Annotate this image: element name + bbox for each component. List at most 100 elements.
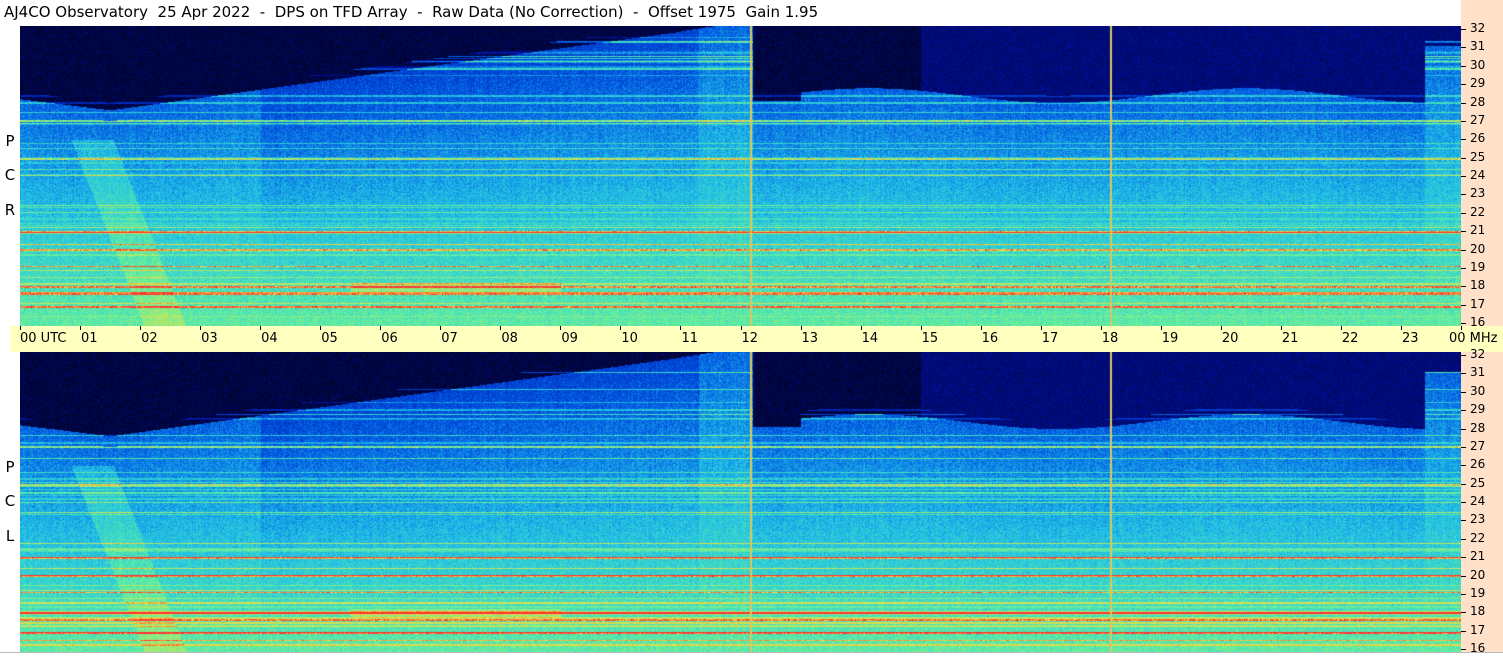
time-tick-mark	[920, 326, 922, 330]
time-tick-mark	[380, 326, 382, 330]
time-tick-mark	[980, 326, 982, 330]
polarization-label-rcp: P C R	[2, 26, 18, 326]
chart-title: AJ4CO Observatory 25 Apr 2022 - DPS on T…	[4, 3, 819, 21]
spectrogram-rcp-canvas	[20, 26, 1461, 326]
freq-tick-mark	[1461, 520, 1466, 522]
freq-tick-mark	[1461, 612, 1466, 614]
time-tick-mark	[1220, 326, 1222, 330]
time-tick-label: 21	[1281, 331, 1299, 346]
bottom-border	[0, 652, 1503, 653]
freq-tick-label: 22	[1470, 530, 1486, 545]
freq-tick-mark	[1461, 139, 1466, 141]
freq-tick-mark	[1461, 65, 1466, 67]
freq-tick-label: 27	[1470, 438, 1486, 453]
time-tick-mark	[860, 326, 862, 330]
time-tick-label: 03	[201, 331, 218, 346]
time-tick-mark	[200, 326, 202, 330]
time-tick-mark	[80, 326, 82, 330]
freq-tick-label: 29	[1470, 402, 1486, 417]
freq-tick-label: 27	[1470, 112, 1486, 127]
spectrogram-lcp	[20, 352, 1461, 652]
time-tick-label: 17	[1041, 331, 1059, 346]
freq-tick-label: 30	[1470, 57, 1486, 72]
freq-tick-mark	[1461, 212, 1466, 214]
freq-tick-mark	[1461, 102, 1466, 104]
freq-tick-mark	[1461, 194, 1466, 196]
freq-tick-mark	[1461, 410, 1466, 412]
time-tick-label: 14	[861, 331, 879, 346]
time-tick-label: 00 UTC	[20, 331, 67, 346]
freq-tick-label: 21	[1470, 549, 1486, 564]
time-tick-label: 11	[681, 331, 698, 346]
freq-tick-label: 21	[1470, 223, 1486, 238]
pol-letter: P	[5, 458, 15, 476]
freq-tick-mark	[1461, 649, 1466, 650]
freq-tick-mark	[1461, 84, 1466, 86]
time-tick-label: 22	[1341, 331, 1359, 346]
freq-tick-label: 19	[1470, 259, 1486, 274]
freq-tick-mark	[1461, 465, 1466, 467]
freq-tick-label: 32	[1470, 347, 1486, 361]
freq-tick-mark	[1461, 538, 1466, 540]
freq-tick-label: 17	[1470, 622, 1486, 637]
freq-tick-label: 31	[1470, 365, 1486, 380]
freq-tick-label: 28	[1470, 420, 1486, 435]
time-tick-mark	[1461, 326, 1462, 330]
freq-tick-label: 31	[1470, 39, 1486, 54]
freq-tick-mark	[1461, 355, 1466, 356]
time-tick-mark	[620, 326, 622, 330]
freq-tick-mark	[1461, 231, 1466, 233]
time-tick-label: 23	[1401, 331, 1419, 346]
time-tick-label: 20	[1221, 331, 1239, 346]
freq-tick-mark	[1461, 593, 1466, 595]
freq-tick-mark	[1461, 446, 1466, 448]
time-tick-label: 06	[381, 331, 398, 346]
time-tick-mark	[1160, 326, 1162, 330]
time-tick-mark	[740, 326, 742, 330]
freq-tick-label: 23	[1470, 186, 1486, 201]
freq-tick-mark	[1461, 483, 1466, 485]
time-tick-mark	[1040, 326, 1042, 330]
freq-tick-label: 20	[1470, 567, 1486, 582]
freq-tick-mark	[1461, 502, 1466, 503]
freq-tick-label: 19	[1470, 585, 1486, 600]
time-tick-label: 07	[441, 331, 458, 346]
time-tick-mark	[1340, 326, 1342, 330]
time-tick-label: 05	[321, 331, 338, 346]
freq-tick-mark	[1461, 47, 1466, 49]
freq-tick-mark	[1461, 630, 1466, 632]
freq-tick-mark	[1461, 323, 1466, 324]
time-tick-mark	[1100, 326, 1102, 330]
pol-letter: R	[4, 201, 16, 219]
time-tick-label: 15	[921, 331, 939, 346]
frequency-axis-lcp: 32 31 30 29 28 27 26 25 24 23 22 21 20 19 18 17 16	[1461, 347, 1503, 655]
spectrogram-lcp-canvas	[20, 352, 1461, 652]
time-tick-label: 16	[981, 331, 999, 346]
time-tick-mark	[500, 326, 502, 330]
time-tick-label: 18	[1101, 331, 1119, 346]
freq-tick-mark	[1461, 176, 1466, 177]
freq-tick-mark	[1461, 575, 1466, 577]
time-tick-label: 04	[261, 331, 278, 346]
time-tick-label: 12	[741, 331, 759, 346]
freq-tick-label: 20	[1470, 241, 1486, 256]
time-tick-mark	[140, 326, 142, 330]
time-tick-label: 13	[801, 331, 819, 346]
freq-tick-mark	[1461, 157, 1466, 159]
freq-tick-label: 22	[1470, 204, 1486, 219]
pol-letter: L	[5, 527, 15, 545]
freq-tick-label: 23	[1470, 512, 1486, 527]
freq-tick-mark	[1461, 267, 1466, 269]
time-tick-mark	[1400, 326, 1402, 330]
freq-tick-label: 17	[1470, 296, 1486, 311]
freq-tick-mark	[1461, 557, 1466, 559]
pol-letter: C	[4, 492, 16, 510]
time-tick-label: 08	[501, 331, 518, 346]
freq-tick-mark	[1461, 391, 1466, 393]
pol-letter: P	[5, 132, 15, 150]
freq-tick-label: 30	[1470, 383, 1486, 398]
freq-tick-mark	[1461, 428, 1466, 430]
spectrogram-rcp	[20, 26, 1461, 326]
time-tick-label: 02	[141, 331, 158, 346]
time-tick-mark	[260, 326, 262, 330]
